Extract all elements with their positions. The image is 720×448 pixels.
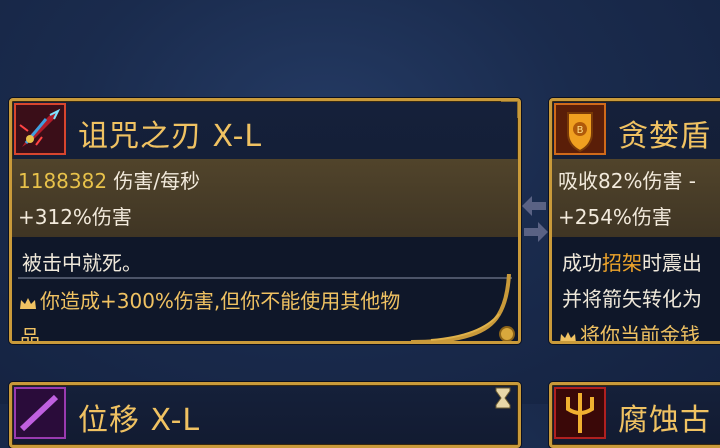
hourglass-icon — [495, 387, 511, 409]
card-title: 贪婪盾 — [618, 119, 711, 154]
card-stats: 吸收82%伤害 - +254%伤害 — [552, 159, 720, 237]
desc-main-text: 被击中就死。 — [22, 251, 142, 275]
item-card-bottom-left[interactable]: 位移 X-L — [9, 382, 521, 448]
card-title: 腐蚀古 — [618, 403, 711, 438]
crown-icon — [560, 331, 576, 341]
desc-line-1-pre: 成功 — [562, 251, 602, 275]
card-title-row: B 贪婪盾 — [552, 101, 720, 159]
item-card-greedy-shield[interactable]: B 贪婪盾 吸收82%伤害 - +254%伤害 成功招架时震出 并将箭矢转化为 … — [549, 98, 720, 344]
crown-icon — [20, 297, 36, 309]
trident-icon — [554, 387, 606, 439]
card-title: 位移 X-L — [78, 403, 201, 438]
dps-label: 伤害/每秒 — [107, 169, 201, 193]
card-stats: 1188382 伤害/每秒 +312%伤害 — [12, 159, 518, 237]
absorb-stat: 吸收82%伤害 - — [558, 169, 697, 193]
item-card-cursed-blade[interactable]: 诅咒之刃 X-L 1188382 伤害/每秒 +312%伤害 被击中就死。 你造… — [9, 98, 521, 344]
damage-bonus-stat: +254%伤害 — [558, 205, 672, 229]
desc-line-1: 成功招架时震出 — [562, 247, 702, 276]
dps-value: 1188382 — [18, 169, 108, 193]
card-title-row: 诅咒之刃 X-L — [12, 101, 518, 159]
card-corner-ornament-icon — [411, 274, 515, 341]
card-description: 成功招架时震出 并将箭矢转化为 将你当前金钱 — [552, 237, 720, 341]
damage-bonus-stat: +312%伤害 — [18, 205, 132, 229]
compare-arrow-icon — [522, 196, 548, 242]
desc-line-3-body: 将你当前金钱 — [580, 323, 700, 344]
desc-line-1-post: 时震出 — [642, 251, 702, 275]
svg-text:B: B — [577, 125, 584, 136]
cursed-blade-icon — [14, 103, 66, 155]
perk-text-body: 你造成+300%伤害,但你不能使用其他物 — [40, 289, 401, 313]
purple-weapon-icon — [14, 387, 66, 439]
desc-line-3: 将你当前金钱 — [560, 319, 700, 344]
item-card-bottom-right[interactable]: 腐蚀古 — [549, 382, 720, 448]
card-top-corner-ornament-icon — [501, 101, 518, 118]
card-title: 诅咒之刃 X-L — [78, 119, 263, 154]
dps-stat: 1188382 伤害/每秒 — [18, 165, 200, 194]
perk-text-continued: 品 — [20, 325, 40, 344]
parry-keyword: 招架 — [602, 251, 642, 275]
perk-text: 你造成+300%伤害,但你不能使用其他物 — [20, 285, 400, 314]
desc-line-2: 并将箭矢转化为 — [562, 287, 702, 311]
shield-icon: B — [554, 103, 606, 155]
